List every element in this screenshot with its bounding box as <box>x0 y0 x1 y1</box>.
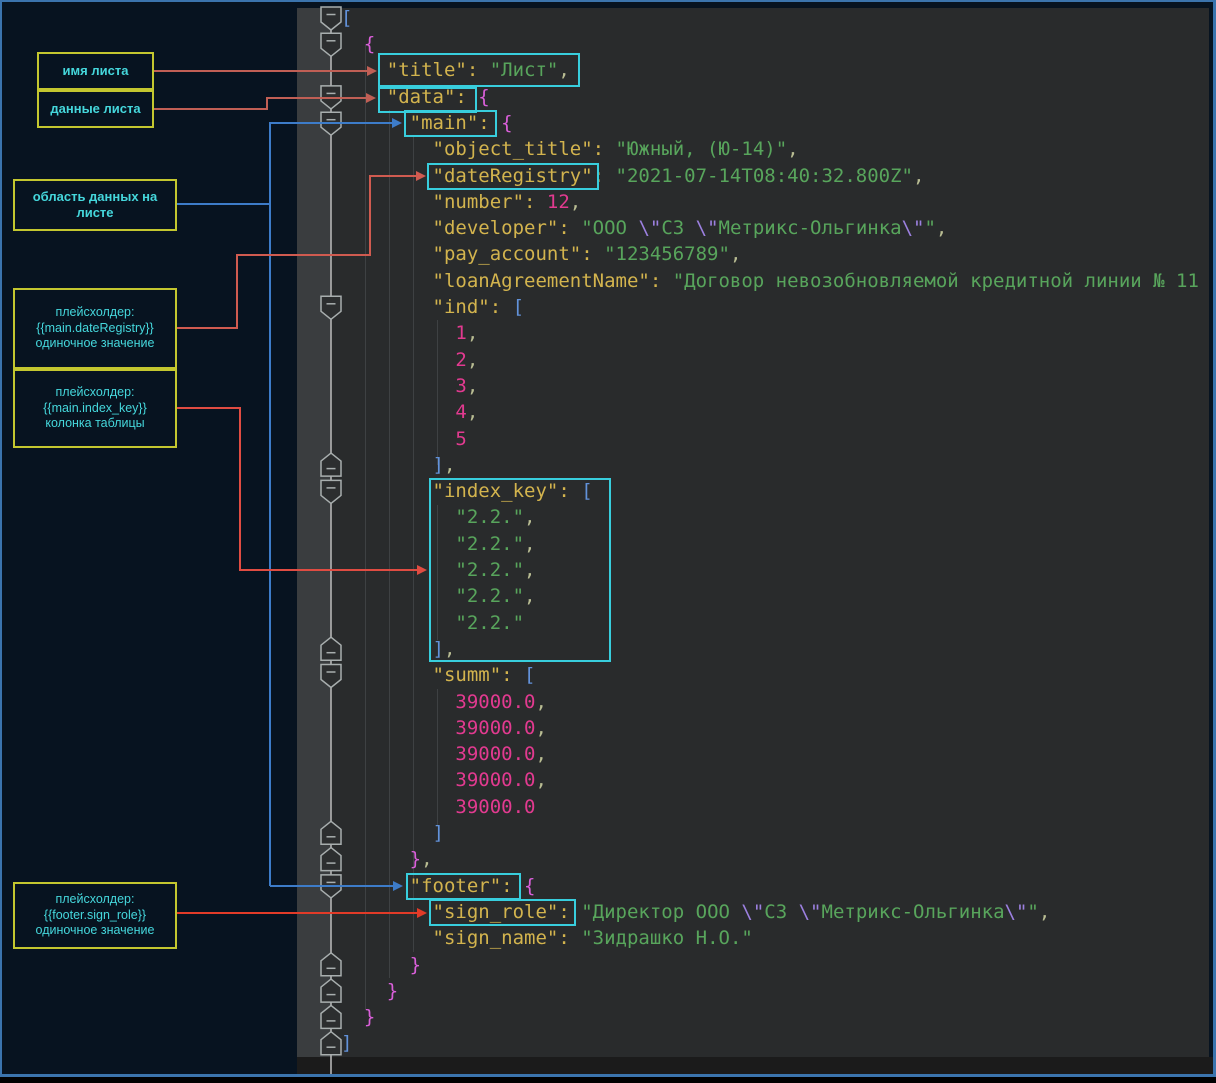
code-line[interactable]: "ind": [ <box>341 294 1209 320</box>
code-line[interactable]: 2, <box>341 347 1209 373</box>
code-line[interactable]: ], <box>341 452 1209 478</box>
code-line[interactable]: } <box>341 1004 1209 1030</box>
code-line[interactable]: 39000.0, <box>341 715 1209 741</box>
highlight-main-key <box>404 110 497 137</box>
window-border-left <box>0 0 2 1083</box>
highlight-title-key <box>378 53 580 87</box>
code-line[interactable]: 4, <box>341 399 1209 425</box>
code-line[interactable]: 39000.0, <box>341 741 1209 767</box>
label-placeholder-sign-role: плейсхолдер:{{footer.sign_role}}одиночно… <box>13 882 177 949</box>
label-sheet-name: имя листа <box>37 52 154 90</box>
code-line[interactable]: } <box>341 978 1209 1004</box>
code-line[interactable]: [ <box>341 8 1209 31</box>
code-line[interactable]: 39000.0 <box>341 794 1209 820</box>
fold-gutter <box>297 8 331 1057</box>
code-line[interactable]: "sign_name": "Зидрашко Н.О." <box>341 925 1209 951</box>
label-placeholder-date-registry: плейсхолдер:{{main.dateRegistry}}одиночн… <box>13 288 177 369</box>
label-placeholder-index-key: плейсхолдер:{{main.index_key}}колонка та… <box>13 369 177 448</box>
code-line[interactable]: "loanAgreementName": "Договор невозобнов… <box>341 268 1209 294</box>
highlight-dateRegistry-key <box>427 163 599 190</box>
code-line[interactable]: 1, <box>341 320 1209 346</box>
code-line[interactable]: 39000.0, <box>341 767 1209 793</box>
code-line[interactable]: 3, <box>341 373 1209 399</box>
highlight-footer-key <box>406 873 521 900</box>
code-line[interactable]: "developer": "ООО \"СЗ \"Метрикс-Ольгинк… <box>341 215 1209 241</box>
window-border-bottom-black <box>0 1077 1216 1083</box>
highlight-sign-role-key <box>429 899 576 926</box>
code-line[interactable]: }, <box>341 846 1209 872</box>
code-line[interactable]: } <box>341 952 1209 978</box>
code-line[interactable]: ] <box>341 820 1209 846</box>
code-line[interactable]: "object_title": "Южный, (Ю-14)", <box>341 136 1209 162</box>
code-line[interactable]: "summ": [ <box>341 662 1209 688</box>
highlight-index-key-array <box>429 478 611 662</box>
label-data-area: область данных налисте <box>13 179 177 231</box>
code-line[interactable]: ] <box>341 1030 1209 1056</box>
code-line[interactable]: 5 <box>341 426 1209 452</box>
window-border-top <box>0 0 1216 2</box>
label-sheet-data: данные листа <box>37 90 154 128</box>
screenshot-root: [ { "title": "Лист", "data": { "main": {… <box>0 0 1216 1083</box>
code-line[interactable]: "number": 12, <box>341 189 1209 215</box>
code-line[interactable]: "pay_account": "123456789", <box>341 241 1209 267</box>
editor-bottom-strip <box>297 1057 1216 1075</box>
code-line[interactable]: 39000.0, <box>341 689 1209 715</box>
